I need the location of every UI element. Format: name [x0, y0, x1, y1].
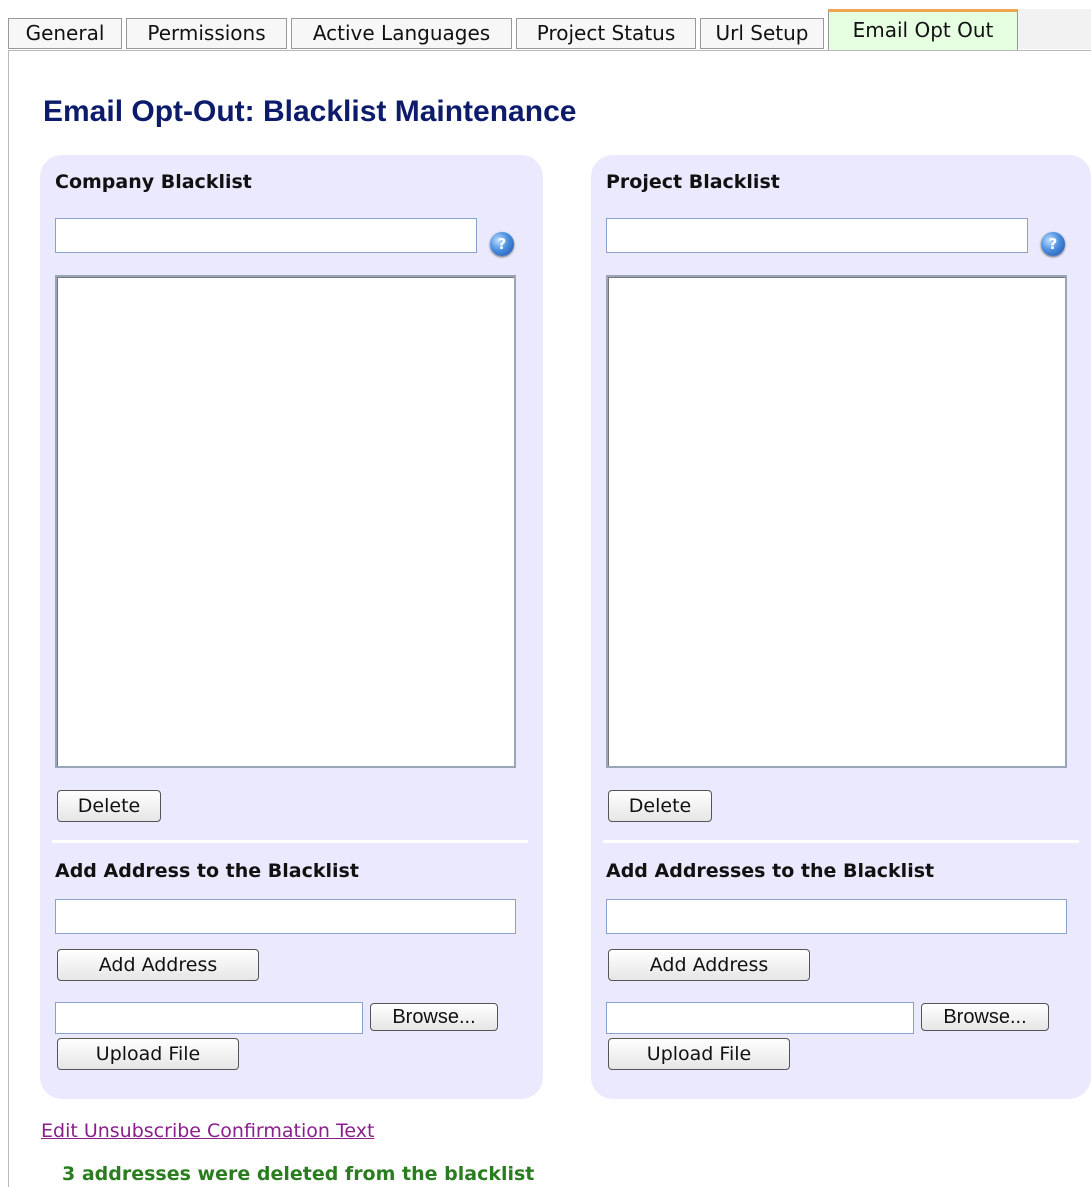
- page-title: Email Opt-Out: Blacklist Maintenance: [43, 95, 577, 128]
- tab-bar: General Permissions Active Languages Pro…: [8, 9, 1091, 51]
- help-icon[interactable]: ?: [1041, 232, 1065, 256]
- company-add-address-button[interactable]: Add Address: [57, 949, 259, 981]
- project-add-address-input[interactable]: [606, 899, 1067, 934]
- company-blacklist-panel: Company Blacklist ? Delete Add Address t…: [40, 155, 543, 1099]
- tab-permissions[interactable]: Permissions: [126, 18, 287, 49]
- project-delete-button[interactable]: Delete: [608, 790, 712, 822]
- project-browse-button[interactable]: Browse...: [921, 1003, 1049, 1031]
- project-blacklist-heading: Project Blacklist: [606, 171, 780, 193]
- company-search-input[interactable]: [55, 218, 477, 253]
- project-search-input[interactable]: [606, 218, 1028, 253]
- tab-active-languages[interactable]: Active Languages: [291, 18, 512, 49]
- project-blacklist-panel: Project Blacklist ? Delete Add Addresses…: [591, 155, 1091, 1099]
- project-blacklist-listbox[interactable]: [606, 275, 1067, 768]
- tab-bar-filler: [1018, 9, 1091, 49]
- help-icon[interactable]: ?: [490, 232, 514, 256]
- company-add-address-input[interactable]: [55, 899, 516, 934]
- tab-general[interactable]: General: [8, 18, 122, 49]
- tab-url-setup[interactable]: Url Setup: [700, 18, 824, 49]
- divider: [52, 840, 528, 843]
- company-browse-button[interactable]: Browse...: [370, 1003, 498, 1031]
- company-add-heading: Add Address to the Blacklist: [55, 860, 359, 882]
- company-blacklist-listbox[interactable]: [55, 275, 516, 768]
- project-add-address-button[interactable]: Add Address: [608, 949, 810, 981]
- project-file-path-input[interactable]: [606, 1002, 914, 1034]
- tab-project-status[interactable]: Project Status: [516, 18, 696, 49]
- tab-email-opt-out[interactable]: Email Opt Out: [828, 9, 1018, 50]
- divider: [603, 840, 1079, 843]
- project-add-heading: Add Addresses to the Blacklist: [606, 860, 935, 882]
- page-left-border: [8, 50, 9, 1187]
- edit-unsubscribe-link[interactable]: Edit Unsubscribe Confirmation Text: [41, 1120, 374, 1142]
- company-delete-button[interactable]: Delete: [57, 790, 161, 822]
- company-blacklist-heading: Company Blacklist: [55, 171, 252, 193]
- company-upload-file-button[interactable]: Upload File: [57, 1038, 239, 1070]
- company-file-path-input[interactable]: [55, 1002, 363, 1034]
- project-upload-file-button[interactable]: Upload File: [608, 1038, 790, 1070]
- status-message: 3 addresses were deleted from the blackl…: [62, 1163, 535, 1185]
